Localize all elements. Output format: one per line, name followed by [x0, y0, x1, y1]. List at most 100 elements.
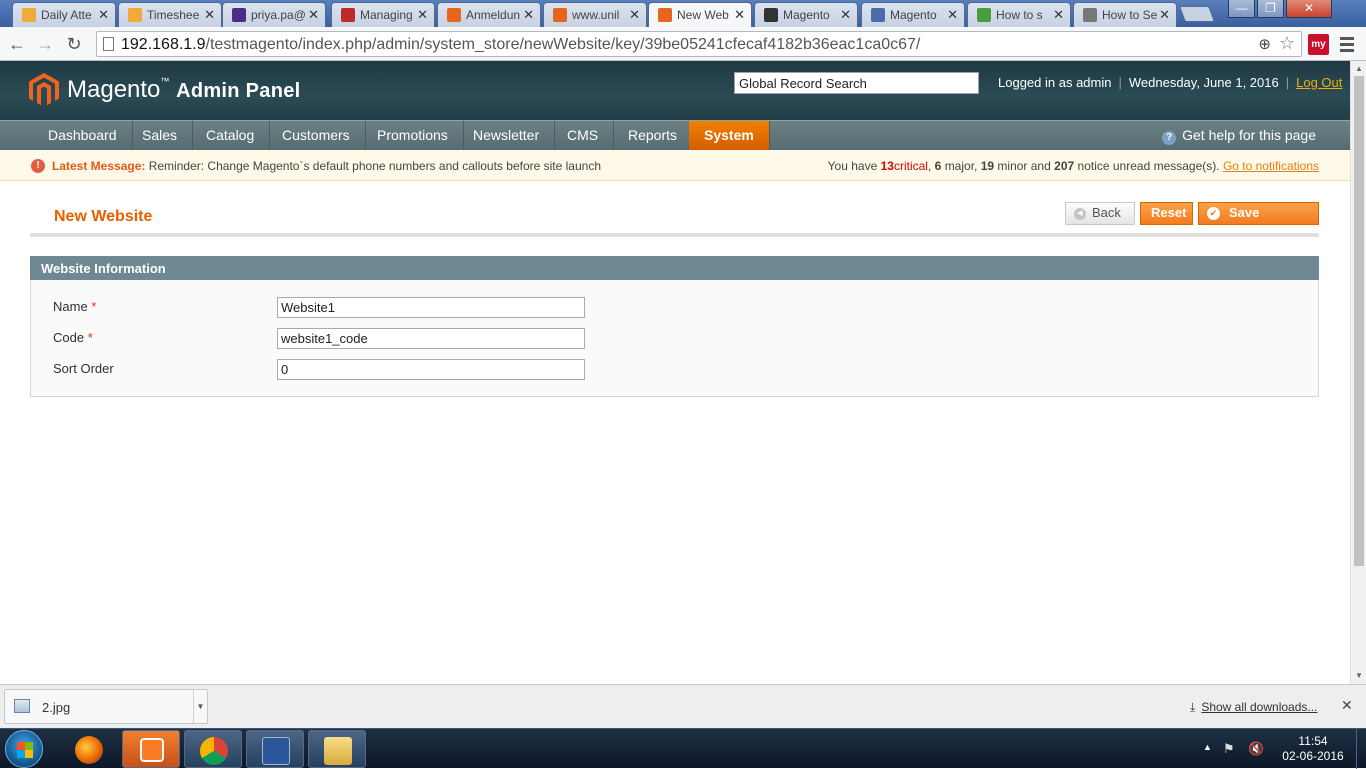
- browser-tab[interactable]: Timeshee ✕: [118, 2, 222, 27]
- global-search-input[interactable]: [734, 72, 979, 94]
- timesheet-icon: [128, 8, 142, 22]
- tab-close-icon[interactable]: ✕: [840, 7, 851, 23]
- url-text: 192.168.1.9/testmagento/index.php/admin/…: [121, 36, 920, 54]
- sort-order-input[interactable]: [277, 359, 585, 380]
- download-item[interactable]: 2.jpg ▼: [4, 689, 208, 724]
- tab-close-icon[interactable]: ✕: [629, 7, 640, 23]
- new-tab-button[interactable]: [1179, 6, 1215, 22]
- chrome-icon: [200, 737, 228, 765]
- help-link[interactable]: ? Get help for this page: [1162, 127, 1316, 145]
- message-notice-bar: ! Latest Message: Reminder: Change Magen…: [0, 150, 1350, 181]
- browser-menu-icon[interactable]: [1340, 34, 1356, 54]
- nav-cms[interactable]: CMS: [552, 121, 615, 150]
- nav-promotions[interactable]: Promotions: [362, 121, 464, 150]
- scrollbar-thumb[interactable]: [1354, 76, 1364, 566]
- browser-tab-strip: Daily Atte ✕ Timeshee ✕ priya.pa@ ✕ Managing ✕ A…: [0, 0, 1366, 27]
- show-desktop-button[interactable]: [1356, 729, 1366, 769]
- github-icon: [764, 8, 778, 22]
- code-input[interactable]: [277, 328, 585, 349]
- browser-tab[interactable]: Managing ✕: [331, 2, 435, 27]
- zoom-icon[interactable]: ⊕: [1258, 35, 1271, 53]
- nav-dashboard[interactable]: Dashboard: [33, 121, 133, 150]
- close-shelf-icon[interactable]: ✕: [1341, 697, 1353, 714]
- tab-close-icon[interactable]: ✕: [98, 7, 109, 23]
- browser-tab[interactable]: How to Se ✕: [1073, 2, 1177, 27]
- close-window-button[interactable]: ✕: [1286, 0, 1332, 18]
- back-button[interactable]: ◀ Back: [1065, 202, 1135, 225]
- url-host: 192.168.1.9: [121, 36, 206, 53]
- tab-close-icon[interactable]: ✕: [947, 7, 958, 23]
- notice-label: notice unread message(s).: [1077, 159, 1220, 173]
- taskbar-firefox[interactable]: [60, 730, 118, 768]
- main-nav: Dashboard Sales Catalog Customers Promot…: [0, 120, 1350, 150]
- green-doc-icon: [977, 8, 991, 22]
- stackexchange-icon: [871, 8, 885, 22]
- tab-close-icon[interactable]: ✕: [204, 7, 215, 23]
- volume-muted-icon[interactable]: 🔇: [1248, 741, 1264, 757]
- go-to-notifications-link[interactable]: Go to notifications: [1223, 159, 1319, 173]
- back-arrow-icon[interactable]: ←: [6, 33, 28, 55]
- maximize-button[interactable]: ❐: [1257, 0, 1284, 18]
- tab-close-icon[interactable]: ✕: [308, 7, 319, 23]
- nav-sales[interactable]: Sales: [127, 121, 194, 150]
- address-bar[interactable]: 192.168.1.9/testmagento/index.php/admin/…: [96, 31, 1302, 57]
- major-label: major,: [944, 159, 978, 173]
- reload-icon[interactable]: ↻: [63, 33, 85, 55]
- taskbar-word[interactable]: [246, 730, 304, 768]
- browser-tab[interactable]: Magento ✕: [861, 2, 965, 27]
- nav-catalog[interactable]: Catalog: [191, 121, 271, 150]
- logo-brand: Magento: [67, 76, 161, 103]
- browser-tab[interactable]: www.unil ✕: [543, 2, 647, 27]
- tray-expand-icon[interactable]: ▲: [1203, 742, 1212, 752]
- nav-reports[interactable]: Reports: [613, 121, 694, 150]
- logout-link[interactable]: Log Out: [1296, 75, 1342, 90]
- tab-close-icon[interactable]: ✕: [1053, 7, 1064, 23]
- nav-system[interactable]: System: [689, 121, 770, 150]
- scroll-down-icon[interactable]: ▼: [1355, 671, 1363, 680]
- tab-close-icon[interactable]: ✕: [523, 7, 534, 23]
- show-all-downloads-link[interactable]: ⤓ Show all downloads...: [1190, 700, 1317, 715]
- nav-newsletter[interactable]: Newsletter: [458, 121, 556, 150]
- tab-close-icon[interactable]: ✕: [417, 7, 428, 23]
- taskbar-explorer[interactable]: [308, 730, 366, 768]
- chevron-down-icon[interactable]: ▼: [193, 690, 207, 723]
- extension-icon[interactable]: my: [1308, 34, 1329, 55]
- tab-label: Daily Atte: [41, 8, 92, 22]
- tab-close-icon[interactable]: ✕: [734, 7, 745, 23]
- browser-tab[interactable]: Daily Atte ✕: [12, 2, 116, 27]
- sort-order-label: Sort Order: [53, 361, 114, 376]
- taskbar-clock[interactable]: 11:54 02-06-2016: [1282, 734, 1344, 764]
- logo-text: Magento™ Admin Panel: [67, 76, 301, 104]
- download-shelf: 2.jpg ▼ ⤓ Show all downloads... ✕: [0, 684, 1366, 728]
- taskbar-xampp[interactable]: [122, 730, 180, 768]
- start-button[interactable]: [5, 730, 43, 768]
- reset-button[interactable]: Reset: [1140, 202, 1193, 225]
- browser-tab[interactable]: New Web ✕: [648, 2, 752, 27]
- forward-arrow-icon[interactable]: →: [34, 33, 56, 55]
- major-count: 6: [934, 159, 942, 173]
- browser-tab[interactable]: Magento ✕: [754, 2, 858, 27]
- admin-header: Magento™ Admin Panel Logged in as admin |…: [0, 61, 1350, 120]
- notice-count: 207: [1054, 159, 1075, 173]
- show-all-downloads-text: Show all downloads...: [1201, 700, 1318, 714]
- clock-time: 11:54: [1298, 734, 1328, 748]
- browser-tab[interactable]: How to s ✕: [967, 2, 1071, 27]
- magento-logo-icon: [29, 73, 59, 106]
- taskbar-chrome[interactable]: [184, 730, 242, 768]
- minor-count: 19: [980, 159, 995, 173]
- minimize-button[interactable]: —: [1228, 0, 1255, 18]
- browser-tab[interactable]: priya.pa@ ✕: [222, 2, 326, 27]
- bookmark-star-icon[interactable]: ☆: [1279, 33, 1295, 54]
- website-information-fieldset: Name * Code * Sort Order: [30, 280, 1319, 397]
- name-input[interactable]: [277, 297, 585, 318]
- scroll-up-icon[interactable]: ▲: [1355, 64, 1363, 73]
- action-center-icon[interactable]: ⚑: [1223, 741, 1235, 757]
- page-scrollbar[interactable]: ▲ ▼: [1350, 61, 1366, 684]
- save-website-button[interactable]: ✔Save Website: [1198, 202, 1319, 240]
- logged-in-text: Logged in as admin: [998, 75, 1112, 90]
- nav-customers[interactable]: Customers: [267, 121, 366, 150]
- browser-tab[interactable]: Anmeldun ✕: [437, 2, 541, 27]
- tab-close-icon[interactable]: ✕: [1159, 7, 1170, 23]
- you-have-text: You have: [827, 159, 878, 173]
- tab-label: www.unil: [572, 8, 620, 22]
